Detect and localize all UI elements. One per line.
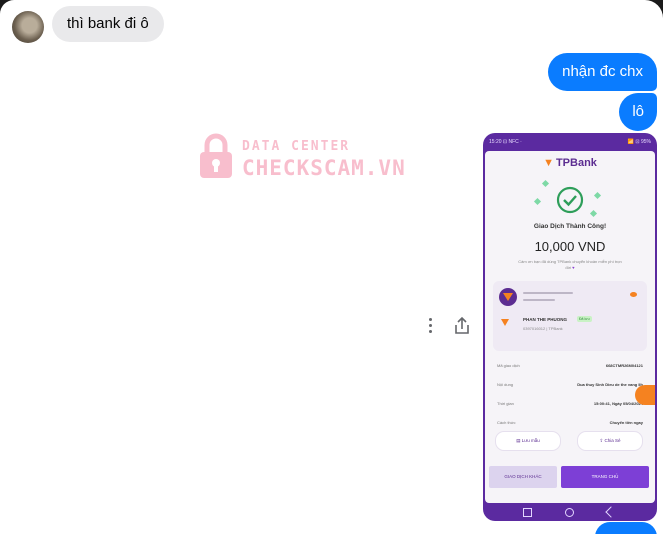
transaction-status: Giao Dịch Thành Công!: [533, 223, 607, 230]
outgoing-message[interactable]: nhận đc chx: [548, 53, 657, 91]
recent-apps-icon[interactable]: [523, 508, 532, 517]
outgoing-message[interactable]: [595, 522, 657, 534]
status-right: 📶 ⊡ 95%: [627, 139, 651, 145]
share-button[interactable]: ⇪ Chia Sẻ: [577, 431, 643, 451]
phone-nav-bar: [483, 503, 657, 521]
status-left: 15:20 ⊡ NFC ·: [489, 139, 522, 145]
watermark-subtitle: DATA CENTER: [242, 139, 351, 154]
recipient-account: 0397016012 | TPBank: [523, 326, 563, 331]
bank-brand: ▼ TPBank: [543, 157, 597, 169]
transaction-amount: 10,000 VND: [534, 239, 606, 254]
receipt-screen: ▼ TPBank Giao Dịch Thành Công! 10,000 VND…: [485, 151, 655, 503]
other-transaction-button[interactable]: GIAO DỊCH KHÁC: [489, 466, 557, 488]
tp-logo-icon: ▼: [543, 157, 554, 169]
lock-icon: [200, 133, 232, 178]
share-icon[interactable]: [453, 316, 471, 336]
detail-row: Mã giao dịch 668CTMR26M04121: [497, 363, 643, 368]
avatar[interactable]: [12, 11, 44, 43]
saved-badge: Đã lưu: [577, 316, 592, 322]
success-check-icon: [556, 186, 584, 214]
receipt-screenshot[interactable]: 15:20 ⊡ NFC · 📶 ⊡ 95% ▼ TPBank Giao Dịch …: [483, 133, 657, 521]
detail-row: Nội dung Dua thuy Sinh Dieu de the vang I…: [497, 382, 643, 387]
incoming-message[interactable]: thì bank đi ô: [52, 6, 164, 42]
detail-row: Cách thức Chuyển tiền ngay: [497, 420, 643, 425]
outgoing-message[interactable]: lô: [619, 93, 657, 131]
sparkle-icon: [541, 179, 550, 188]
message-actions: [420, 316, 476, 338]
sparkle-icon: [589, 209, 598, 218]
masked-text: [523, 292, 573, 294]
save-template-button[interactable]: ▤ Lưu mẫu: [495, 431, 561, 451]
eye-icon[interactable]: [630, 292, 637, 297]
sender-logo-icon: [499, 288, 517, 306]
chat-window: thì bank đi ô nhận đc chx lô DATA CENTER…: [0, 0, 663, 534]
recipient-bank-icon: [501, 319, 509, 326]
home-nav-icon[interactable]: [565, 508, 574, 517]
watermark-title: CHECKSCAM.VN: [242, 156, 406, 180]
phone-status-bar: 15:20 ⊡ NFC · 📶 ⊡ 95%: [483, 133, 657, 151]
home-button[interactable]: TRANG CHỦ: [561, 466, 649, 488]
sparkle-icon: [593, 191, 602, 200]
support-tab[interactable]: [635, 385, 655, 405]
more-vertical-icon[interactable]: [427, 318, 433, 336]
back-icon[interactable]: [605, 506, 617, 518]
detail-row: Thời gian 15:00:41, Ngày 05/04/2024: [497, 401, 643, 406]
thanks-note: Cảm ơn bạn đã dùng TPBank chuyển khoản m…: [518, 259, 622, 270]
recipient-name: PHAN THE PHUONG: [523, 317, 568, 322]
watermark: DATA CENTER CHECKSCAM.VN: [196, 128, 426, 184]
masked-text: [523, 299, 555, 301]
sparkle-icon: [533, 197, 542, 206]
